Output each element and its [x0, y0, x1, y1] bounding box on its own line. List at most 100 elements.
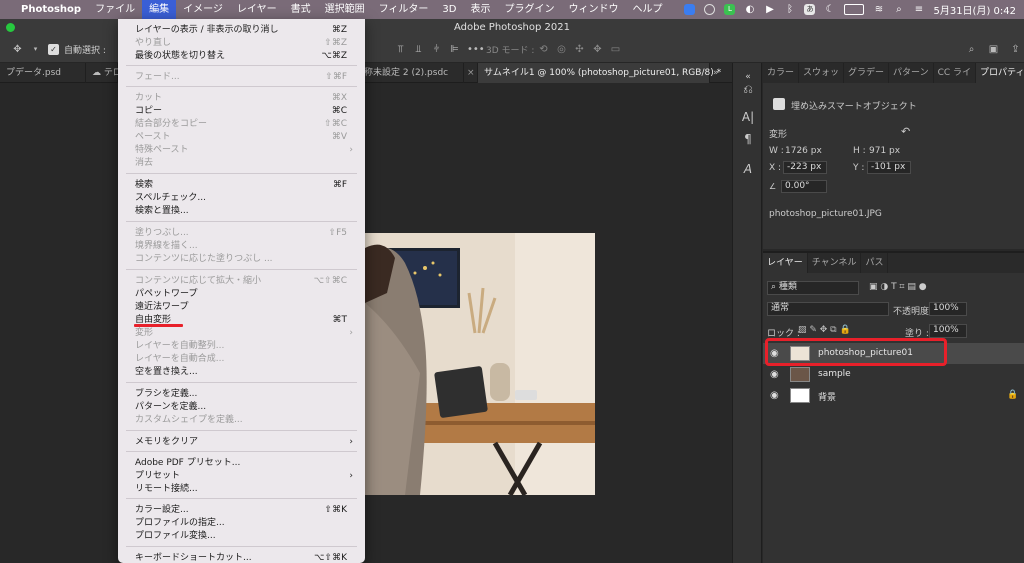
tab-patterns[interactable]: パターン: [889, 63, 934, 83]
menu-item-label: やり直し: [135, 38, 172, 48]
layer-row[interactable]: ◉ 背景 🔒: [763, 385, 1024, 406]
eye-icon[interactable]: ◉: [770, 369, 781, 380]
more-icon[interactable]: •••: [467, 44, 485, 55]
3d-orbit-icon[interactable]: ⟲: [538, 44, 549, 55]
menu-view[interactable]: 表示: [463, 0, 497, 19]
menu-filter[interactable]: フィルター: [372, 0, 436, 19]
align-top-icon[interactable]: ⫪: [395, 44, 406, 55]
battery-icon[interactable]: [844, 4, 865, 15]
move-tool-icon[interactable]: ✥: [12, 44, 23, 55]
network-icon[interactable]: ◐: [744, 4, 755, 15]
3d-camera-icon[interactable]: ▭: [610, 44, 621, 55]
apple-icon[interactable]: [0, 0, 14, 19]
circle-icon[interactable]: [704, 4, 716, 15]
3d-pan-icon[interactable]: ✣: [574, 44, 585, 55]
align-bottom-icon[interactable]: ⫩: [431, 44, 442, 55]
menu-help[interactable]: ヘルプ: [625, 0, 669, 19]
angle-field[interactable]: 0.00°: [781, 180, 827, 193]
x-field[interactable]: -223 px: [783, 161, 827, 174]
reset-icon[interactable]: ↶: [901, 125, 910, 138]
edit-menu-item[interactable]: レイヤーの表示 / 非表示の取り消し ⌘Z: [118, 24, 365, 37]
menu-plugins[interactable]: プラグイン: [497, 0, 561, 19]
menu-image[interactable]: イメージ: [176, 0, 230, 19]
height-value[interactable]: 971 px: [869, 146, 900, 156]
edit-menu-item[interactable]: 検索と置換...: [118, 205, 365, 218]
tab-cc-libraries[interactable]: CC ライ: [934, 63, 977, 83]
tab-swatches[interactable]: スウォッ: [799, 63, 845, 83]
y-field[interactable]: -101 px: [867, 161, 911, 174]
tab-color[interactable]: カラー: [763, 63, 800, 83]
edit-menu-item[interactable]: コピー ⌘C: [118, 105, 365, 118]
tab-paths[interactable]: パス: [861, 253, 889, 273]
edit-menu-item[interactable]: パペットワープ: [118, 288, 365, 301]
blend-mode-select[interactable]: 通常: [767, 302, 889, 316]
edit-menu-item[interactable]: Adobe PDF プリセット...: [118, 457, 365, 470]
edit-menu-item[interactable]: パターンを定義...: [118, 401, 365, 414]
edit-menu-item[interactable]: キーボードショートカット... ⌥⇧⌘K: [118, 552, 365, 563]
width-value[interactable]: 1726 px: [785, 146, 822, 156]
edit-menu-item[interactable]: 検索 ⌘F: [118, 179, 365, 192]
edit-menu-item[interactable]: メモリをクリア ›: [118, 436, 365, 449]
smart-object-label: 埋め込みスマートオブジェクト: [791, 102, 917, 112]
tab-overflow-icon[interactable]: »: [710, 63, 724, 83]
history-icon[interactable]: ⎌: [740, 81, 756, 97]
layer-filter-icons[interactable]: ▣ ◑ T ⌗ ▤ ●: [869, 282, 927, 292]
edit-menu-item[interactable]: ブラシを定義...: [118, 388, 365, 401]
wifi-icon[interactable]: ≋: [873, 4, 884, 15]
tab-document-1[interactable]: プデータ.psd: [0, 63, 86, 83]
paragraph-icon[interactable]: ¶: [740, 131, 756, 147]
edit-menu-item[interactable]: スペルチェック...: [118, 192, 365, 205]
search-icon[interactable]: ⌕: [893, 4, 904, 15]
edit-menu-item[interactable]: プリセット ›: [118, 470, 365, 483]
auto-select-checkbox[interactable]: ✓: [48, 44, 59, 55]
tab-document-3[interactable]: 称未設定 2 (2).psdc: [358, 63, 464, 83]
moon-icon[interactable]: ☾: [824, 4, 835, 15]
tab-gradients[interactable]: グラデー: [844, 63, 890, 83]
opacity-field[interactable]: 100%: [929, 302, 967, 316]
play-icon[interactable]: ▶: [764, 4, 775, 15]
3d-slide-icon[interactable]: ✥: [592, 44, 603, 55]
close-tab-icon[interactable]: ×: [464, 63, 478, 83]
bluetooth-icon[interactable]: ᛒ: [784, 4, 795, 15]
search-tool-icon[interactable]: ⌕: [966, 44, 977, 55]
menu-window[interactable]: ウィンドウ: [561, 0, 625, 19]
line-icon[interactable]: L: [724, 4, 736, 15]
menu-photoshop[interactable]: Photoshop: [14, 0, 88, 19]
menu-file[interactable]: ファイル: [88, 0, 142, 19]
layer-row[interactable]: ◉ sample: [763, 364, 1024, 385]
zoom-icon[interactable]: [684, 4, 696, 15]
edit-menu-item[interactable]: プロファイル変換...: [118, 530, 365, 543]
eye-icon[interactable]: ◉: [770, 390, 781, 401]
3d-roll-icon[interactable]: ◎: [556, 44, 567, 55]
tab-layers[interactable]: レイヤー: [763, 253, 808, 273]
menu-edit[interactable]: 編集: [142, 0, 177, 19]
edit-menu-item[interactable]: プロファイルの指定...: [118, 517, 365, 530]
layer-filter-select[interactable]: ⌕ 種類: [767, 281, 859, 295]
menu-type[interactable]: 書式: [284, 0, 318, 19]
menu-3d[interactable]: 3D: [435, 0, 463, 19]
edit-menu-item[interactable]: カラー設定... ⇧⌘K: [118, 504, 365, 517]
edit-menu-item[interactable]: 最後の状態を切り替え ⌥⌘Z: [118, 50, 365, 63]
tab-document-2[interactable]: ☁ テロ: [86, 63, 122, 83]
tab-document-active[interactable]: サムネイル1 @ 100% (photoshop_picture01, RGB/…: [478, 63, 721, 83]
input-method-icon[interactable]: あ: [804, 4, 816, 15]
chevron-down-icon[interactable]: ▾: [30, 44, 41, 55]
align-middle-icon[interactable]: ⫫: [413, 44, 424, 55]
glyphs-icon[interactable]: A: [740, 161, 756, 177]
canvas-photo[interactable]: [365, 233, 595, 495]
edit-menu-item[interactable]: 空を置き換え...: [118, 366, 365, 379]
share-icon[interactable]: ⇪: [1010, 44, 1021, 55]
tab-properties[interactable]: プロパティ: [976, 63, 1024, 83]
lock-icons[interactable]: ▨ ✎ ✥ ⧉ 🔒: [798, 325, 851, 335]
align-left-icon[interactable]: ⊫: [449, 44, 460, 55]
fill-field[interactable]: 100%: [929, 324, 967, 338]
menu-select[interactable]: 選択範囲: [318, 0, 372, 19]
edit-menu-item[interactable]: 遠近法ワープ: [118, 301, 365, 314]
character-icon[interactable]: A|: [740, 109, 756, 125]
workspace-icon[interactable]: ▣: [988, 44, 999, 55]
tab-channels[interactable]: チャンネル: [808, 253, 862, 273]
zoom-window-button[interactable]: [6, 23, 15, 32]
menu-layer[interactable]: レイヤー: [230, 0, 284, 19]
edit-menu-item[interactable]: リモート接続...: [118, 483, 365, 496]
control-center-icon[interactable]: ≡: [913, 4, 924, 15]
